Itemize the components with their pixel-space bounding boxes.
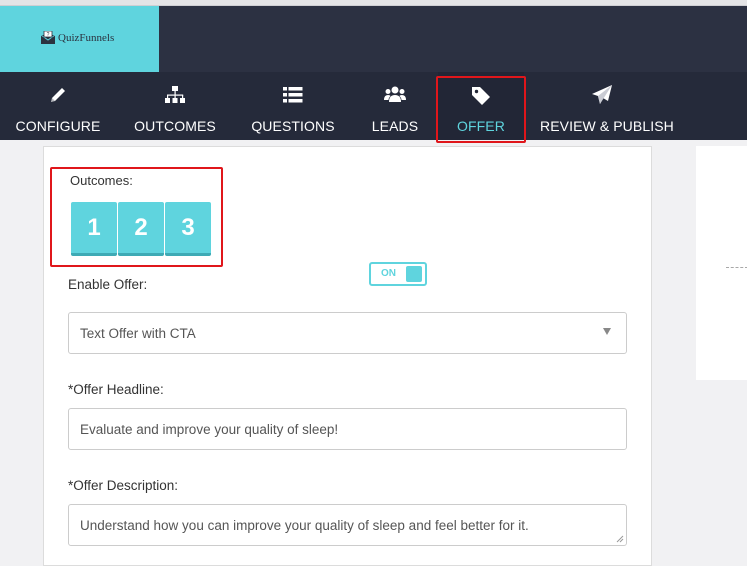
list-icon [283, 87, 303, 103]
chevron-down-icon [603, 328, 611, 335]
offer-type-value: Text Offer with CTA [80, 326, 196, 341]
offer-tab-highlight [436, 76, 526, 143]
tab-configure-label: CONFIGURE [15, 118, 101, 134]
toggle-knob [406, 266, 422, 282]
quiz-envelope-icon: ? [40, 31, 56, 44]
offer-description-textarea[interactable]: Understand how you can improve your qual… [68, 504, 627, 546]
preview-divider [726, 267, 747, 268]
svg-text:?: ? [47, 32, 50, 38]
tab-questions-label: QUESTIONS [251, 118, 335, 134]
logo-text: QuizFunnels [58, 32, 115, 44]
outcomes-highlight [50, 167, 223, 267]
pencil-icon [51, 88, 65, 102]
users-icon [384, 86, 406, 102]
offer-headline-input[interactable]: Evaluate and improve your quality of sle… [68, 408, 627, 450]
app-header: ? QuizFunnels [0, 6, 747, 72]
step-nav: CONFIGURE OUTCOMES QUESTIONS LEADS OFFER… [0, 72, 747, 140]
sitemap-icon [165, 86, 185, 103]
tab-review-publish-label: REVIEW & PUBLISH [540, 118, 674, 134]
tab-configure[interactable]: CONFIGURE [10, 72, 106, 140]
tab-leads-label: LEADS [371, 118, 419, 134]
preview-panel [696, 146, 747, 380]
toggle-label: ON [381, 268, 396, 279]
logo-area[interactable]: ? QuizFunnels [0, 6, 159, 72]
offer-type-select[interactable]: Text Offer with CTA [68, 312, 627, 354]
tab-review-publish[interactable]: REVIEW & PUBLISH [540, 72, 674, 140]
offer-description-value: Understand how you can improve your qual… [80, 518, 529, 533]
offer-headline-value: Evaluate and improve your quality of sle… [80, 422, 339, 437]
offer-headline-label: *Offer Headline: [68, 382, 164, 397]
logo: ? QuizFunnels [40, 31, 114, 45]
tab-leads[interactable]: LEADS [365, 72, 425, 140]
offer-description-label: *Offer Description: [68, 478, 179, 493]
tab-outcomes-label: OUTCOMES [134, 118, 216, 134]
enable-offer-toggle[interactable]: ON [369, 262, 427, 286]
tab-questions[interactable]: QUESTIONS [250, 72, 336, 140]
tab-outcomes[interactable]: OUTCOMES [132, 72, 218, 140]
resize-handle-icon[interactable] [616, 535, 624, 543]
enable-offer-label: Enable Offer: [68, 277, 148, 292]
paper-plane-icon [592, 85, 612, 104]
